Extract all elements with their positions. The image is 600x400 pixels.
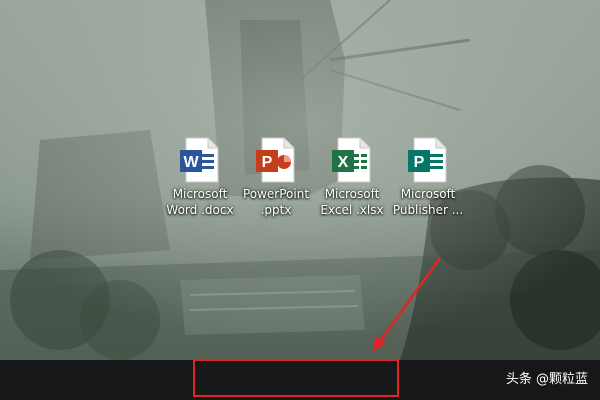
- desktop-icon-powerpoint[interactable]: P PowerPoint .pptx: [238, 136, 314, 218]
- desktop-icon-label: Microsoft Excel .xlsx: [320, 187, 384, 217]
- publisher-icon: P: [408, 137, 447, 183]
- excel-icon: X: [332, 137, 371, 183]
- desktop-icon-label: Microsoft Publisher ...: [392, 187, 464, 217]
- watermark: 头条 @颗粒蓝: [505, 372, 588, 387]
- desktop-icon-word[interactable]: W Microsoft Word .docx: [162, 136, 238, 218]
- publisher-icon-letter: P: [414, 154, 425, 171]
- desktop-icon-publisher[interactable]: P Microsoft Publisher ...: [390, 136, 466, 218]
- powerpoint-icon: P: [256, 137, 295, 183]
- word-icon: W: [180, 137, 219, 183]
- taskbar-highlight-box: [193, 359, 399, 397]
- desktop-icon-label: Microsoft Word .docx: [166, 187, 234, 217]
- powerpoint-icon-letter: P: [262, 154, 273, 171]
- desktop-icon-excel[interactable]: X Microsoft Excel .xlsx: [314, 136, 390, 218]
- word-icon-letter: W: [183, 154, 199, 171]
- desktop-icon-label: PowerPoint .pptx: [242, 187, 310, 217]
- excel-icon-letter: X: [338, 154, 349, 171]
